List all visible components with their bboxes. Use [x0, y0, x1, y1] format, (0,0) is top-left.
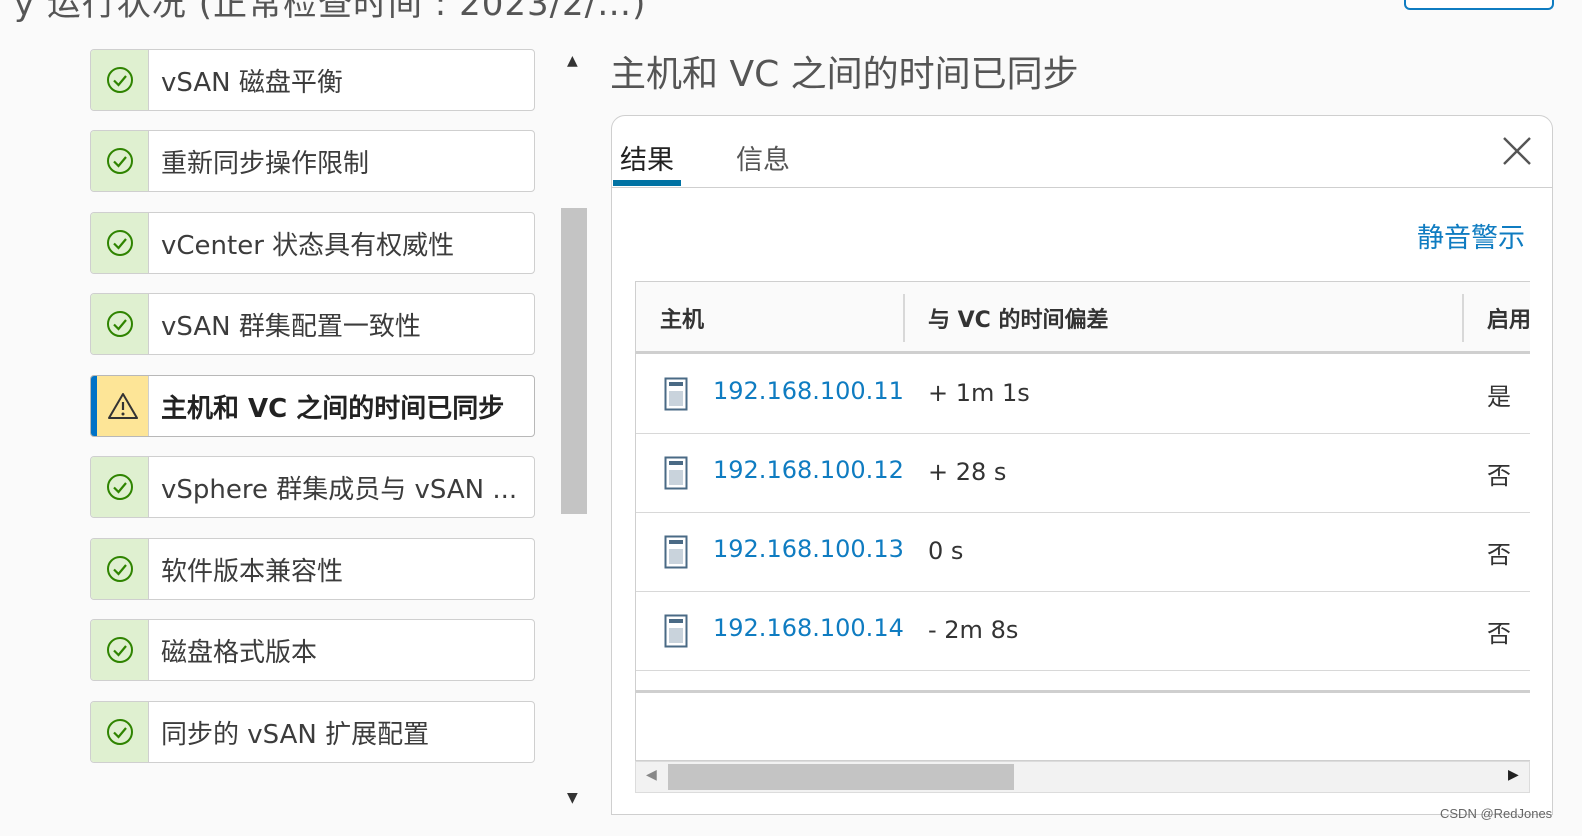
check-item-vsphere-cluster-members[interactable]: vSphere 群集成员与 vSAN ... — [90, 456, 535, 518]
check-circle-icon — [106, 556, 133, 582]
check-item-label: vSAN 群集配置一致性 — [161, 311, 421, 342]
mute-alert-link[interactable]: 静音警示 — [1417, 216, 1525, 255]
check-item-label: vSAN 磁盘平衡 — [161, 67, 343, 98]
check-item-label: 同步的 vSAN 扩展配置 — [161, 719, 430, 750]
scroll-down-arrow-icon[interactable]: ▼ — [567, 790, 578, 806]
check-item-label: 磁盘格式版本 — [161, 637, 318, 668]
status-cell — [91, 213, 149, 273]
column-header-enabled[interactable]: 启用 — [1487, 302, 1530, 334]
time-offset-cell: - 2m 8s — [928, 616, 1019, 644]
host-link[interactable]: 192.168.100.13 — [713, 535, 904, 563]
host-server-icon — [664, 456, 688, 490]
scroll-right-arrow-icon[interactable]: ▶ — [1508, 767, 1519, 783]
table-row: 192.168.100.11 + 1m 1s 是 — [636, 355, 1530, 434]
scrollbar-thumb[interactable] — [668, 764, 1014, 790]
time-offset-cell: 0 s — [928, 537, 964, 565]
status-cell — [91, 620, 149, 680]
results-grid: 主机 与 VC 的时间偏差 启用 192.168.100.11 + 1m 1s … — [635, 281, 1530, 761]
enabled-cell: 否 — [1487, 541, 1511, 569]
check-item-software-version[interactable]: 软件版本兼容性 — [90, 538, 535, 600]
enabled-cell: 是 — [1487, 383, 1511, 411]
page-title: y 运行状况 (正常检查时间 : 2023/2/…) — [14, 0, 647, 24]
enabled-cell: 否 — [1487, 620, 1511, 648]
tab-bar: 结果 信息 — [612, 116, 1552, 188]
check-item-time-sync[interactable]: 主机和 VC 之间的时间已同步 — [90, 375, 535, 437]
active-tab-indicator — [613, 180, 681, 186]
check-item-label: 主机和 VC 之间的时间已同步 — [161, 393, 505, 424]
detail-card: 结果 信息 静音警示 主机 与 VC 的时间偏差 启用 192.168.100.… — [611, 115, 1553, 815]
grid-horizontal-scrollbar[interactable]: ◀ ▶ — [635, 761, 1530, 793]
host-link[interactable]: 192.168.100.12 — [713, 456, 904, 484]
host-server-icon — [664, 377, 688, 411]
column-resizer[interactable] — [903, 294, 905, 342]
host-link[interactable]: 192.168.100.14 — [713, 614, 904, 642]
top-right-button[interactable] — [1404, 0, 1554, 10]
check-item-label: 重新同步操作限制 — [161, 148, 370, 179]
check-item-disk-format-version[interactable]: 磁盘格式版本 — [90, 619, 535, 681]
column-header-time-offset[interactable]: 与 VC 的时间偏差 — [928, 302, 1109, 334]
check-circle-icon — [106, 474, 133, 500]
check-item-label: 软件版本兼容性 — [161, 556, 344, 587]
status-cell — [91, 294, 149, 354]
status-cell — [91, 50, 149, 110]
status-cell — [91, 702, 149, 762]
check-item-label: vCenter 状态具有权威性 — [161, 230, 455, 261]
host-link[interactable]: 192.168.100.11 — [713, 377, 904, 405]
watermark: CSDN @RedJones — [1440, 806, 1553, 821]
status-cell — [91, 457, 149, 517]
time-offset-cell: + 1m 1s — [928, 379, 1030, 407]
table-row: 192.168.100.12 + 28 s 否 — [636, 434, 1530, 513]
check-circle-icon — [106, 230, 133, 256]
check-item-vsan-disk-balance[interactable]: vSAN 磁盘平衡 — [90, 49, 535, 111]
scrollbar-thumb[interactable] — [561, 208, 587, 514]
check-circle-icon — [106, 637, 133, 663]
column-resizer[interactable] — [1462, 294, 1464, 342]
check-item-cluster-config-consistency[interactable]: vSAN 群集配置一致性 — [90, 293, 535, 355]
check-item-label: vSphere 群集成员与 vSAN ... — [161, 474, 518, 505]
status-cell — [91, 131, 149, 191]
scroll-up-arrow-icon[interactable]: ▲ — [567, 53, 578, 69]
host-server-icon — [664, 535, 688, 569]
table-row: 192.168.100.13 0 s 否 — [636, 513, 1530, 592]
scroll-left-arrow-icon[interactable]: ◀ — [646, 767, 657, 783]
detail-title: 主机和 VC 之间的时间已同步 — [610, 54, 1079, 95]
list-scrollbar[interactable]: ▲ ▼ — [561, 45, 589, 806]
grid-footer-divider — [636, 690, 1530, 693]
check-circle-icon — [106, 311, 133, 337]
status-cell — [91, 539, 149, 599]
time-offset-cell: + 28 s — [928, 458, 1007, 486]
warning-triangle-icon — [107, 393, 138, 419]
check-circle-icon — [106, 148, 133, 174]
check-item-vcenter-authoritative[interactable]: vCenter 状态具有权威性 — [90, 212, 535, 274]
check-item-resync-throttling[interactable]: 重新同步操作限制 — [90, 130, 535, 192]
tab-info[interactable]: 信息 — [736, 138, 790, 177]
check-item-extended-config[interactable]: 同步的 vSAN 扩展配置 — [90, 701, 535, 763]
enabled-cell: 否 — [1487, 462, 1511, 490]
table-row: 192.168.100.14 - 2m 8s 否 — [636, 592, 1530, 671]
status-cell — [91, 376, 149, 436]
column-header-host[interactable]: 主机 — [660, 302, 704, 334]
check-circle-icon — [106, 67, 133, 93]
tab-results[interactable]: 结果 — [620, 138, 674, 177]
check-circle-icon — [106, 719, 133, 745]
host-server-icon — [664, 614, 688, 648]
grid-header: 主机 与 VC 的时间偏差 启用 — [636, 282, 1530, 354]
close-icon[interactable] — [1500, 134, 1534, 168]
